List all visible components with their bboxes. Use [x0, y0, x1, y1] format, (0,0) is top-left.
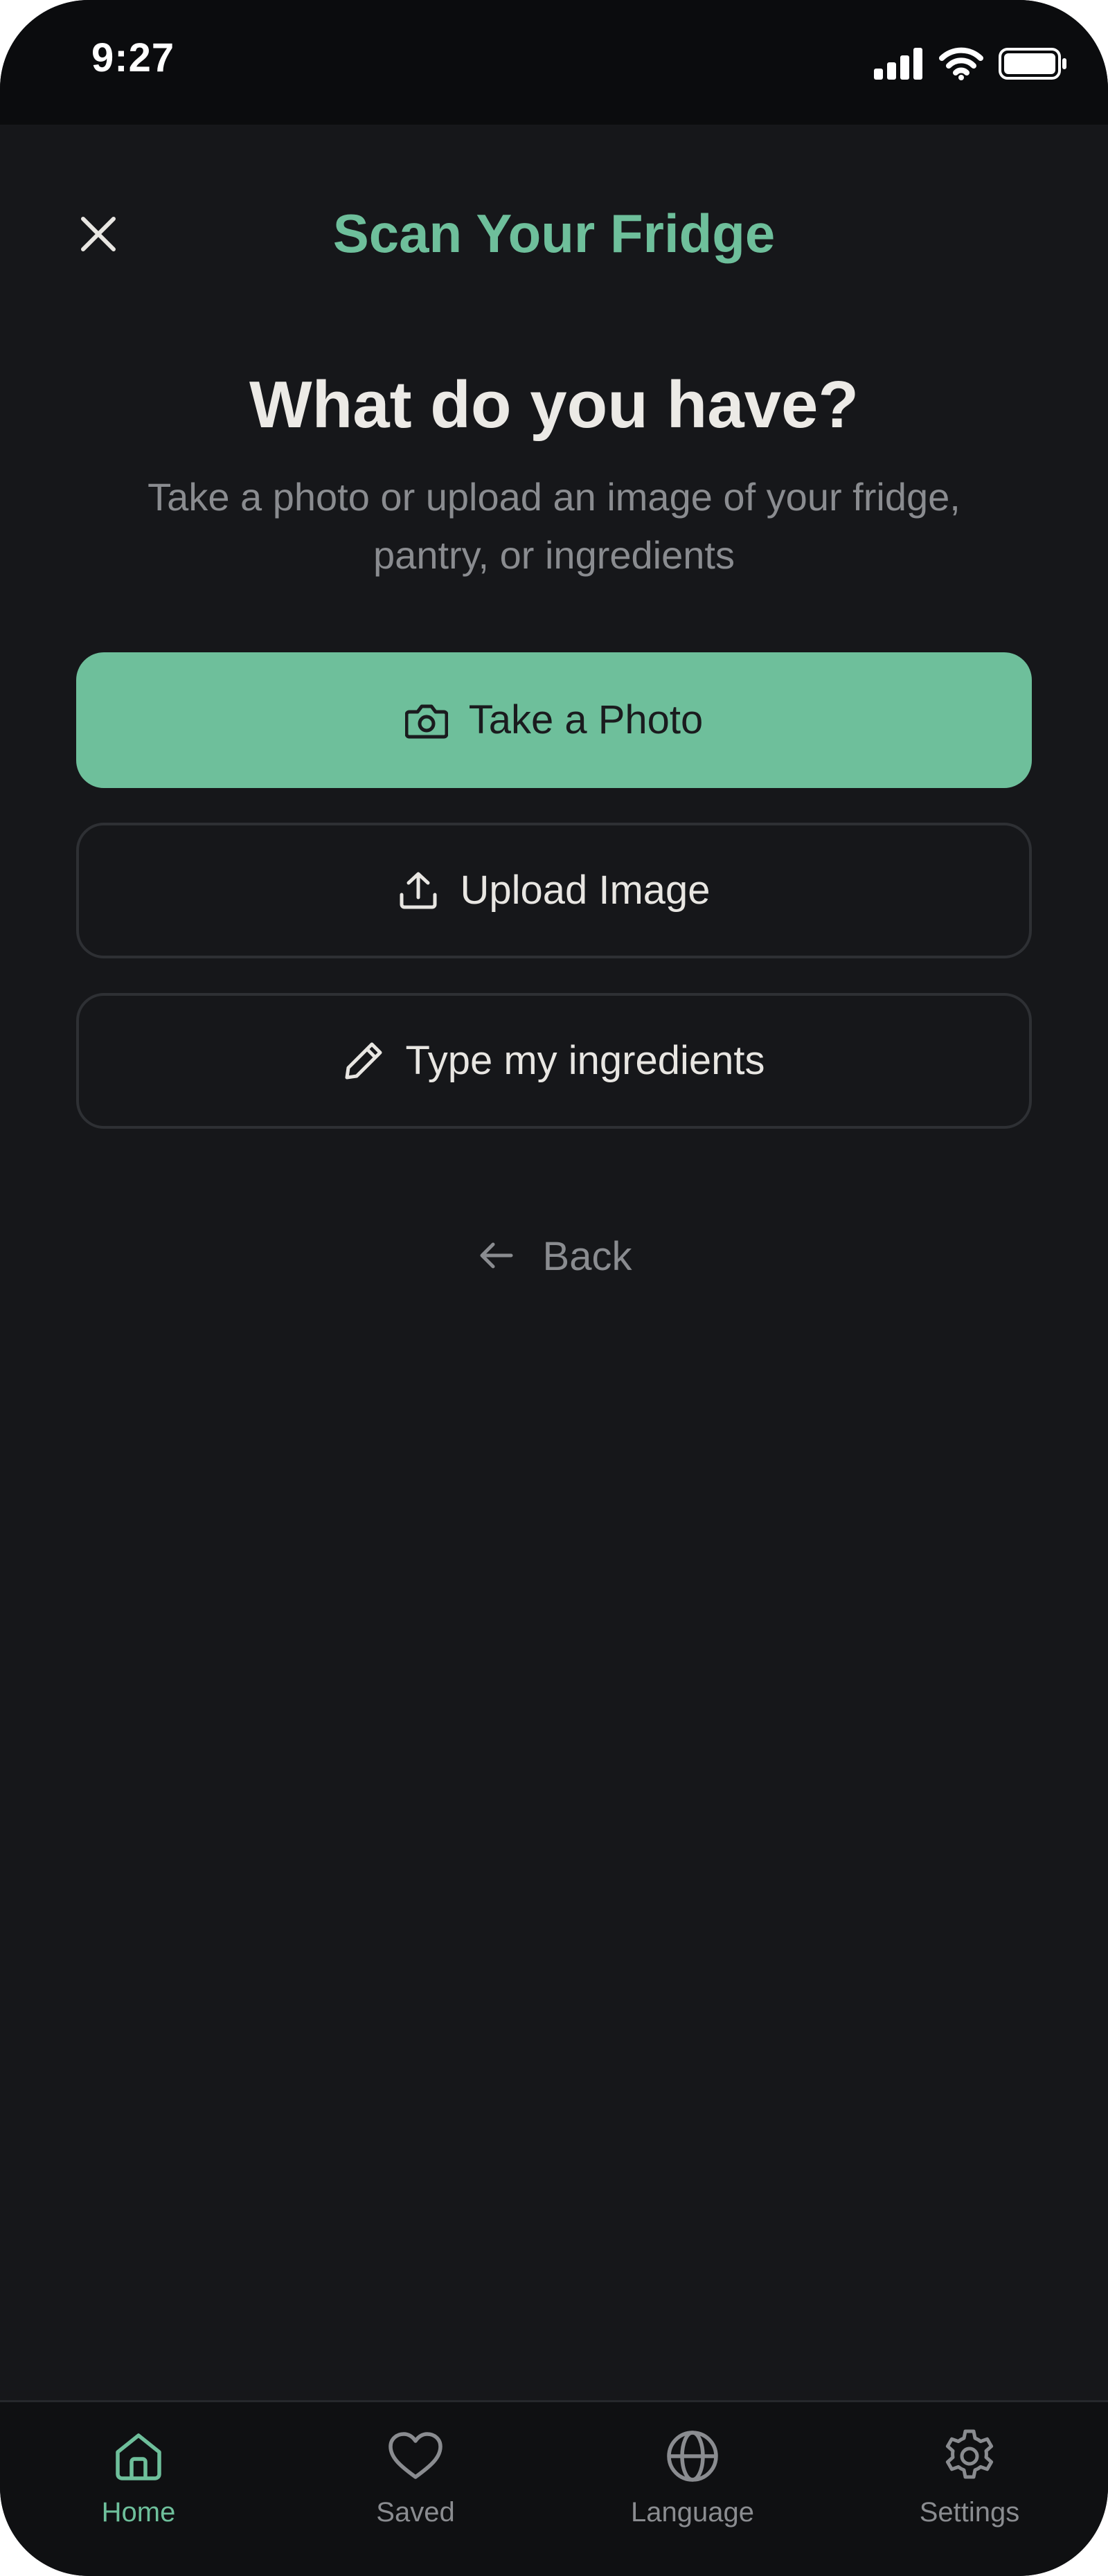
camera-icon	[404, 701, 448, 740]
nav-label-language: Language	[631, 2497, 754, 2528]
take-photo-button[interactable]: Take a Photo	[76, 652, 1032, 788]
home-icon	[111, 2422, 166, 2491]
upload-image-label: Upload Image	[460, 868, 711, 913]
headline: What do you have?	[249, 368, 859, 442]
status-bar: 9:27	[0, 0, 1108, 125]
gear-icon	[940, 2422, 999, 2491]
bottom-nav: Home Saved Language Settings	[0, 2400, 1108, 2576]
globe-icon	[663, 2422, 722, 2491]
nav-item-home[interactable]: Home	[48, 2422, 229, 2539]
nav-item-saved[interactable]: Saved	[325, 2422, 506, 2539]
nav-item-settings[interactable]: Settings	[879, 2422, 1060, 2539]
nav-label-saved: Saved	[376, 2497, 455, 2528]
subtitle: Take a photo or upload an image of your …	[148, 475, 960, 577]
nav-label-home: Home	[101, 2497, 176, 2528]
nav-label-settings: Settings	[919, 2497, 1020, 2528]
upload-image-button[interactable]: Upload Image	[76, 823, 1032, 958]
wifi-icon	[939, 47, 983, 84]
battery-icon	[999, 47, 1068, 84]
type-ingredients-label: Type my ingredients	[405, 1038, 765, 1083]
back-label: Back	[542, 1234, 632, 1279]
status-time: 9:27	[91, 35, 175, 80]
back-button[interactable]: Back	[0, 1226, 1108, 1288]
pencil-icon	[343, 1040, 384, 1082]
nav-item-language[interactable]: Language	[602, 2422, 783, 2539]
page-title: Scan Your Fridge	[332, 203, 776, 264]
heart-icon	[386, 2422, 445, 2491]
cellular-signal-icon	[874, 47, 924, 83]
phone-screen: 9:27 Scan Your Fridge What do you have? …	[0, 0, 1108, 2576]
take-photo-label: Take a Photo	[468, 697, 704, 742]
upload-icon	[397, 870, 439, 911]
type-ingredients-button[interactable]: Type my ingredients	[76, 993, 1032, 1129]
arrow-left-icon	[476, 1239, 515, 1276]
status-icons	[874, 44, 1068, 86]
